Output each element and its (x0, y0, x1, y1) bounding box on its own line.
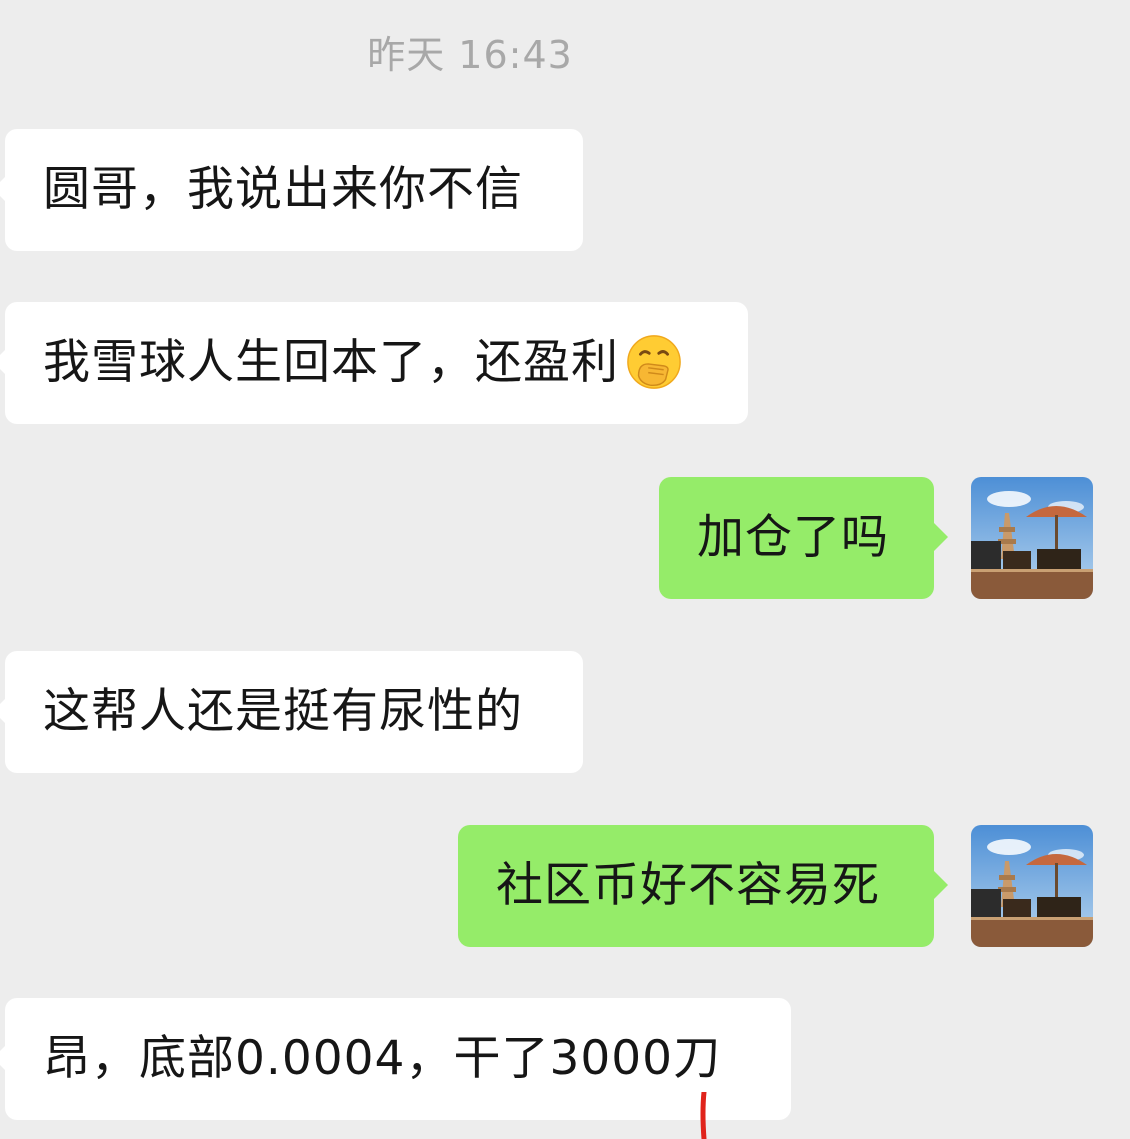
user-avatar[interactable] (971, 477, 1093, 599)
avatar-image-icon (971, 825, 1093, 947)
red-annotation-mark (700, 1092, 707, 1139)
user-avatar[interactable] (971, 825, 1093, 947)
message-bubble-outgoing[interactable]: 社区币好不容易死 (458, 825, 948, 947)
message-bubble-incoming[interactable]: 昂，底部0.0004，干了3000刀 (0, 998, 791, 1120)
message-bubble-outgoing[interactable]: 加仓了吗 (659, 477, 948, 599)
message-text: 圆哥，我说出来你不信 (43, 162, 523, 217)
message-text: 社区币好不容易死 (496, 858, 880, 913)
message-text: 昂，底部0.0004，干了3000刀 (43, 1031, 722, 1086)
message-bubble-incoming[interactable]: 圆哥，我说出来你不信 (0, 129, 583, 251)
message-bubble-incoming[interactable]: 这帮人还是挺有尿性的 (0, 651, 583, 773)
hand-over-mouth-emoji-icon (627, 334, 681, 389)
message-bubble-incoming[interactable]: 我雪球人生回本了，还盈利 (0, 302, 748, 424)
message-text: 加仓了吗 (697, 510, 889, 565)
avatar-image-icon (971, 477, 1093, 599)
message-text: 这帮人还是挺有尿性的 (43, 684, 523, 739)
message-text: 我雪球人生回本了，还盈利 (43, 335, 619, 390)
chat-timestamp: 昨天 16:43 (367, 33, 573, 77)
